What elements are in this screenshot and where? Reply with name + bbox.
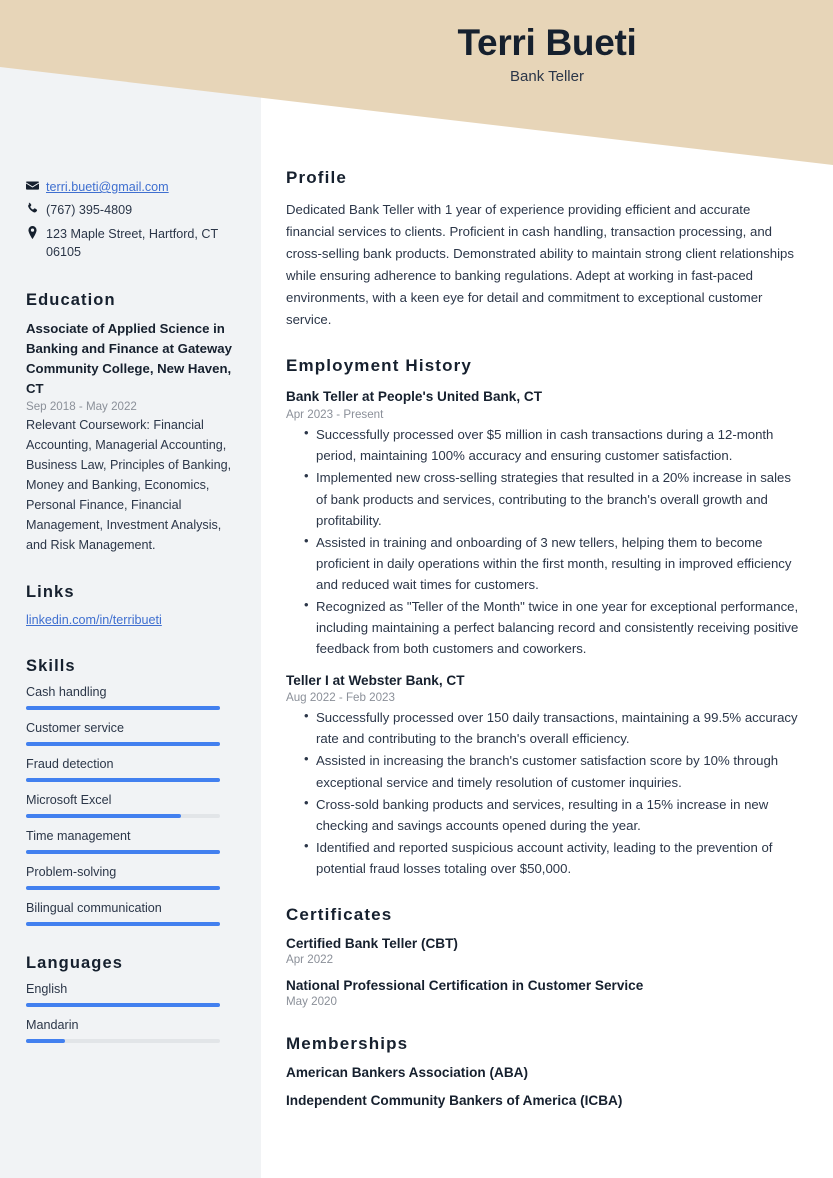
contact-address-value: 123 Maple Street, Hartford, CT 06105	[46, 226, 218, 259]
skill-item: Microsoft Excel	[26, 793, 235, 819]
education-degree: Associate of Applied Science in Banking …	[26, 321, 232, 397]
skill-bar-track	[26, 814, 220, 819]
bullet-item: Successfully processed over $5 million i…	[304, 423, 799, 466]
employment-bullets: Successfully processed over $5 million i…	[286, 423, 799, 659]
certificate-entry: National Professional Certification in C…	[286, 978, 799, 1008]
skill-bar-fill	[26, 814, 182, 819]
profile-text: Dedicated Bank Teller with 1 year of exp…	[286, 202, 794, 327]
skill-label: Fraud detection	[26, 757, 114, 772]
skill-label: Cash handling	[26, 685, 107, 700]
skill-bar-fill	[26, 742, 220, 747]
language-bar-track	[26, 1003, 220, 1008]
skill-label: Bilingual communication	[26, 901, 162, 916]
skills-list: Cash handling Customer service Fraud det…	[26, 685, 235, 927]
certificate-name: Certified Bank Teller (CBT)	[286, 936, 458, 952]
education-description: Relevant Coursework: Financial Accountin…	[26, 418, 232, 552]
contact-email-value: terri.bueti@gmail.com	[46, 178, 235, 196]
skill-bar-track	[26, 850, 220, 855]
links-section: Links linkedin.com/in/terribueti	[26, 583, 235, 629]
skill-item: Time management	[26, 829, 235, 855]
skill-item: Problem-solving	[26, 865, 235, 891]
skill-bar-track	[26, 886, 220, 891]
certificate-entry: Certified Bank Teller (CBT) Apr 2022	[286, 936, 799, 966]
membership-entry: American Bankers Association (ABA)	[286, 1065, 528, 1081]
language-bar-fill	[26, 1039, 65, 1044]
languages-list: English Mandarin	[26, 982, 235, 1044]
skill-bar-track	[26, 778, 220, 783]
memberships-section: Memberships American Bankers Association…	[286, 1034, 799, 1108]
education-heading: Education	[26, 291, 116, 309]
certificate-date: May 2020	[286, 995, 337, 1009]
skill-item: Fraud detection	[26, 757, 235, 783]
languages-heading: Languages	[26, 954, 124, 973]
certificate-name: National Professional Certification in C…	[286, 978, 644, 994]
bullet-item: Cross-sold banking products and services…	[304, 793, 799, 836]
bullet-item: Successfully processed over 150 daily tr…	[304, 706, 799, 749]
contact-row-phone: (767) 395-4809	[26, 201, 235, 219]
contact-phone-value: (767) 395-4809	[46, 203, 133, 218]
skill-bar-track	[26, 922, 220, 927]
sidebar: terri.bueti@gmail.com (767) 395-4809 123…	[0, 0, 261, 1091]
skill-bar-track	[26, 742, 220, 747]
contact-list: terri.bueti@gmail.com (767) 395-4809 123…	[26, 178, 235, 261]
skill-item: Customer service	[26, 721, 235, 747]
skill-bar-fill	[26, 850, 220, 855]
membership-entry: Independent Community Bankers of America…	[286, 1093, 623, 1109]
language-label: English	[26, 982, 68, 997]
certificates-section: Certificates Certified Bank Teller (CBT)…	[286, 905, 799, 1008]
bullet-item: Assisted in training and onboarding of 3…	[304, 531, 799, 595]
education-entry: Associate of Applied Science in Banking …	[26, 319, 235, 555]
language-item: English	[26, 982, 235, 1008]
bullet-item: Assisted in increasing the branch's cust…	[304, 749, 799, 792]
employment-heading: Employment History	[286, 356, 473, 376]
language-bar-track	[26, 1039, 220, 1044]
skill-label: Problem-solving	[26, 865, 117, 880]
location-pin-icon	[26, 225, 46, 239]
language-label: Mandarin	[26, 1018, 79, 1033]
skill-item: Bilingual communication	[26, 901, 235, 927]
links-heading: Links	[26, 583, 75, 602]
certificate-date: Apr 2022	[286, 953, 334, 967]
profile-section: Profile Dedicated Bank Teller with 1 yea…	[286, 168, 799, 330]
bullet-item: Implemented new cross-selling strategies…	[304, 466, 799, 530]
certificates-heading: Certificates	[286, 905, 393, 925]
contact-row-email: terri.bueti@gmail.com	[26, 178, 235, 196]
employment-job-title: Bank Teller at People's United Bank, CT	[286, 389, 543, 405]
skills-section: Skills Cash handling Customer service Fr…	[26, 657, 235, 927]
employment-job-title: Teller I at Webster Bank, CT	[286, 672, 465, 688]
language-item: Mandarin	[26, 1018, 235, 1044]
skill-bar-fill	[26, 922, 220, 927]
envelope-icon	[26, 178, 46, 192]
linkedin-link[interactable]: linkedin.com/in/terribueti	[26, 613, 162, 627]
education-section: Education Associate of Applied Science i…	[26, 291, 235, 555]
phone-icon	[26, 201, 46, 215]
skill-bar-fill	[26, 778, 220, 783]
education-dates: Sep 2018 - May 2022	[26, 400, 137, 414]
employment-dates: Apr 2023 - Present	[286, 408, 384, 422]
employment-section: Employment History Bank Teller at People…	[286, 356, 799, 879]
contact-row-address: 123 Maple Street, Hartford, CT 06105	[26, 225, 235, 262]
resume-page: Terri Bueti Bank Teller terri.bueti@gmai…	[0, 0, 833, 1178]
languages-section: Languages English Mandarin	[26, 954, 235, 1044]
bullet-item: Recognized as "Teller of the Month" twic…	[304, 595, 799, 659]
employment-dates: Aug 2022 - Feb 2023	[286, 691, 395, 705]
skills-heading: Skills	[26, 657, 76, 676]
employment-entry: Teller I at Webster Bank, CT Aug 2022 - …	[286, 671, 799, 880]
skill-bar-fill	[26, 706, 220, 711]
skill-bar-track	[26, 706, 220, 711]
employment-entry: Bank Teller at People's United Bank, CT …	[286, 387, 799, 659]
skill-label: Customer service	[26, 721, 124, 736]
email-link[interactable]: terri.bueti@gmail.com	[46, 180, 169, 194]
bullet-item: Identified and reported suspicious accou…	[304, 836, 799, 879]
skill-item: Cash handling	[26, 685, 235, 711]
profile-heading: Profile	[286, 168, 347, 187]
language-bar-fill	[26, 1003, 220, 1008]
memberships-heading: Memberships	[286, 1034, 409, 1054]
skill-label: Time management	[26, 829, 131, 844]
skill-label: Microsoft Excel	[26, 793, 112, 808]
skill-bar-fill	[26, 886, 220, 891]
employment-bullets: Successfully processed over 150 daily tr…	[286, 706, 799, 879]
main-column: Profile Dedicated Bank Teller with 1 yea…	[261, 0, 833, 1154]
